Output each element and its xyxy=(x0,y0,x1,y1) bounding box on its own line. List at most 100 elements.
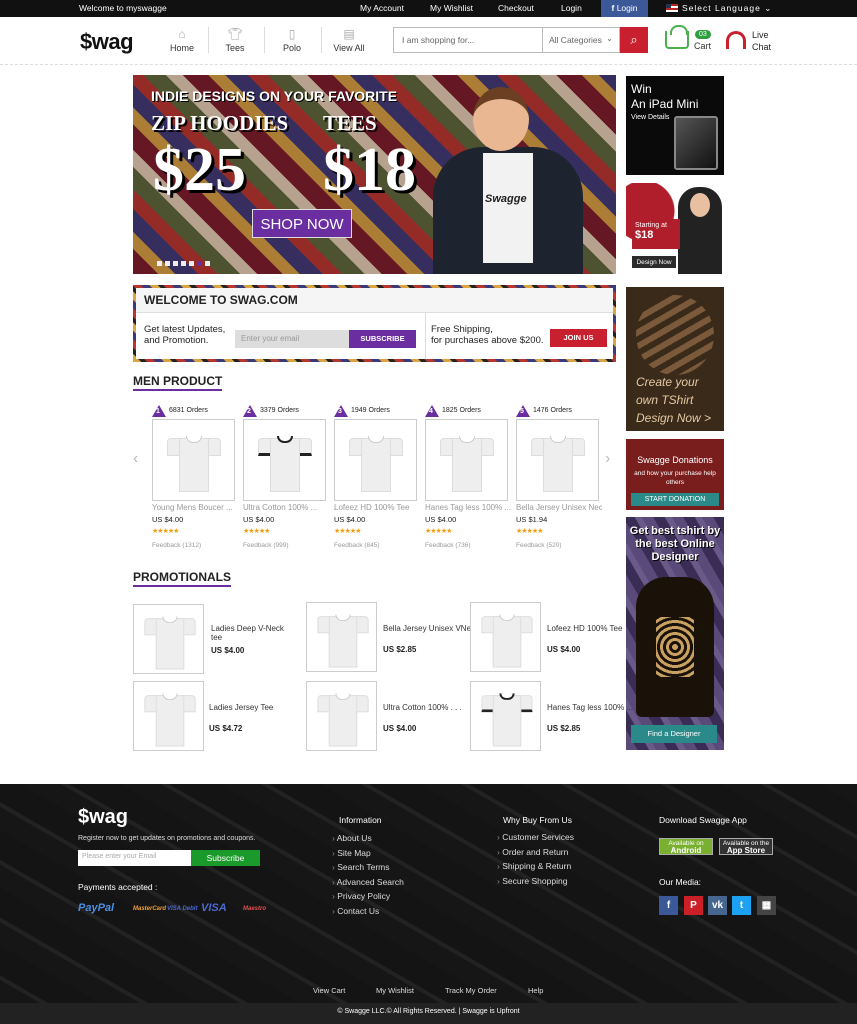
slider-dot[interactable] xyxy=(157,261,162,266)
subscribe-button[interactable]: SUBSCRIBE xyxy=(349,330,416,348)
category-select[interactable]: All Categories ⌄ xyxy=(542,27,620,53)
nav-polo[interactable]: ▯ Polo xyxy=(267,27,317,53)
site-map-link[interactable]: Site Map xyxy=(332,848,371,858)
slider-dot[interactable] xyxy=(205,261,210,266)
slider-dot[interactable] xyxy=(181,261,186,266)
nav-home[interactable]: ⌂ Home xyxy=(157,27,207,53)
language-select[interactable]: Select Language ⌄ xyxy=(666,3,772,14)
promo-price: US $4.00 xyxy=(211,646,245,655)
secure-shopping-link[interactable]: Secure Shopping xyxy=(497,876,567,886)
design-now-ad[interactable]: Starting at $18 Design Now xyxy=(626,183,724,274)
footer-email-input[interactable]: Please enter your Email xyxy=(78,850,191,866)
promo-image[interactable] xyxy=(306,681,377,751)
promo-image[interactable] xyxy=(133,604,204,674)
contact-us-link[interactable]: Contact Us xyxy=(332,906,379,916)
start-donation-button[interactable]: START DONATION xyxy=(631,493,719,506)
advanced-search-link[interactable]: Advanced Search xyxy=(332,877,404,887)
find-designer-button[interactable]: Find a Designer xyxy=(631,725,717,743)
qr-code-icon[interactable]: ▦ xyxy=(757,896,776,915)
privacy-policy-link[interactable]: Privacy Policy xyxy=(332,891,390,901)
promo-name[interactable]: Lofeez HD 100% Tee xyxy=(547,624,622,633)
donation-ad[interactable]: Swagge Donations and how your purchase h… xyxy=(626,439,724,510)
online-designer-ad[interactable]: Get best tshirt by the best Online Desig… xyxy=(626,517,724,750)
footer-help-link[interactable]: Help xyxy=(528,986,543,995)
my-account-link[interactable]: My Account xyxy=(360,3,404,13)
product-name[interactable]: Bella Jersey Unisex Neck xyxy=(516,503,602,512)
footer-track-order-link[interactable]: Track My Order xyxy=(445,986,497,995)
promo-item[interactable]: Ultra Cotton 100% . . . US $4.00 xyxy=(306,681,462,753)
slider-dot-active[interactable] xyxy=(197,261,202,266)
search-button[interactable]: ⌕ xyxy=(620,27,648,53)
promo-item[interactable]: Ladies Deep V-Neck tee US $4.00 xyxy=(133,604,284,676)
shipping-return-link[interactable]: Shipping & Return xyxy=(497,861,571,871)
footer-logo[interactable]: $wag xyxy=(78,806,128,829)
promo-item[interactable]: Ladies Jersey Tee US $4.72 xyxy=(133,681,283,753)
pinterest-icon[interactable]: P xyxy=(684,896,703,915)
newsletter-email-input[interactable]: Enter your email xyxy=(235,330,349,348)
facebook-login-button[interactable]: f Login xyxy=(601,0,648,17)
view-details-link[interactable]: View Details xyxy=(631,114,669,121)
facebook-icon[interactable]: f xyxy=(659,896,678,915)
join-us-button[interactable]: JOIN US xyxy=(550,329,607,347)
promo-name[interactable]: Bella Jersey Unisex VNeck xyxy=(383,624,479,633)
checkout-link[interactable]: Checkout xyxy=(498,3,534,13)
product-image[interactable] xyxy=(516,419,599,501)
footer-subscribe-button[interactable]: Subscribe xyxy=(191,850,260,866)
slider-dot[interactable] xyxy=(173,261,178,266)
product-name[interactable]: Hanes Tag less 100% ... xyxy=(425,503,511,512)
banner-brand-text: Swagge xyxy=(485,193,527,205)
order-return-link[interactable]: Order and Return xyxy=(497,847,568,857)
product-image[interactable] xyxy=(152,419,235,501)
product-image[interactable] xyxy=(425,419,508,501)
promo-name[interactable]: Ladies Jersey Tee xyxy=(209,703,273,712)
create-tshirt-ad[interactable]: Create your own TShirt Design Now > xyxy=(626,287,724,431)
vk-icon[interactable]: vk xyxy=(708,896,727,915)
product-image[interactable] xyxy=(334,419,417,501)
live-chat-button[interactable]: Live Chat xyxy=(724,27,774,57)
product-name[interactable]: Lofeez HD 100% Tee xyxy=(334,503,420,512)
promo-item[interactable]: Lofeez HD 100% Tee US $4.00 xyxy=(470,602,622,674)
twitter-icon[interactable]: t xyxy=(732,896,751,915)
banner-price-hoodies: $25 xyxy=(153,136,246,204)
footer-view-cart-link[interactable]: View Cart xyxy=(313,986,345,995)
my-wishlist-link[interactable]: My Wishlist xyxy=(430,3,473,13)
product-name[interactable]: Young Mens Boucer ... xyxy=(152,503,238,512)
app-store-button[interactable]: Available on the App Store xyxy=(719,838,773,855)
ipad-ad[interactable]: Win An iPad Mini View Details xyxy=(626,76,724,175)
slider-dot[interactable] xyxy=(165,261,170,266)
hero-banner[interactable]: Swagge INDIE DESIGNS ON YOUR FAVORITE ZI… xyxy=(133,75,616,274)
carousel-prev-arrow[interactable]: ‹ xyxy=(133,450,138,468)
chat-label-line2: Chat xyxy=(752,42,772,52)
customer-services-link[interactable]: Customer Services xyxy=(497,832,574,842)
promo-name[interactable]: Ladies Deep V-Neck tee xyxy=(211,624,284,642)
login-link[interactable]: Login xyxy=(561,3,582,13)
nav-tees[interactable]: 👕︎ Tees xyxy=(210,27,260,53)
us-flag-icon xyxy=(666,4,678,12)
promo-image[interactable] xyxy=(133,681,204,751)
tshirt-icon: 👕︎ xyxy=(227,27,243,41)
cart-button[interactable]: 03 Cart xyxy=(665,25,715,57)
about-us-link[interactable]: About Us xyxy=(332,833,372,843)
search-input[interactable]: I am shopping for... xyxy=(393,27,542,53)
promo-item[interactable]: Bella Jersey Unisex VNeck US $2.85 xyxy=(306,602,479,674)
footer-wishlist-link[interactable]: My Wishlist xyxy=(376,986,414,995)
product-name[interactable]: Ultra Cotton 100% ... xyxy=(243,503,329,512)
site-logo[interactable]: $wag xyxy=(80,29,134,55)
promo-image[interactable] xyxy=(306,602,377,672)
product-image[interactable] xyxy=(243,419,326,501)
nav-divider xyxy=(208,27,209,53)
nav-view-all[interactable]: ▤ View All xyxy=(324,27,374,53)
design-now-button[interactable]: Design Now xyxy=(631,255,677,269)
promo-item[interactable]: Hanes Tag less 100% ... US $2.85 xyxy=(470,681,633,753)
slider-dot[interactable] xyxy=(189,261,194,266)
chevron-down-icon: ⌄ xyxy=(764,3,773,13)
android-store-button[interactable]: Available on Android xyxy=(659,838,713,855)
promo-name[interactable]: Ultra Cotton 100% . . . xyxy=(383,703,462,712)
order-count: 6831 Orders xyxy=(169,407,208,414)
search-terms-link[interactable]: Search Terms xyxy=(332,862,389,872)
promo-name[interactable]: Hanes Tag less 100% ... xyxy=(547,703,633,712)
promo-image[interactable] xyxy=(470,602,541,672)
carousel-next-arrow[interactable]: › xyxy=(605,450,610,468)
shop-now-button[interactable]: SHOP NOW xyxy=(252,209,352,238)
promo-image[interactable] xyxy=(470,681,541,751)
